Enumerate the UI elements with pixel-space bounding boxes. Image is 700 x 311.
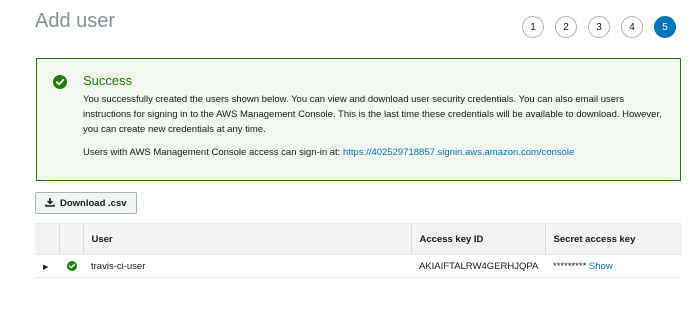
status-cell bbox=[59, 254, 83, 278]
user-name-cell: travis-ci-user bbox=[83, 254, 411, 278]
users-table: User Access key ID Secret access key ▶ t… bbox=[35, 223, 682, 278]
alert-message: You successfully created the users shown… bbox=[83, 94, 662, 135]
wizard-step-3[interactable]: 3 bbox=[588, 16, 610, 38]
secret-access-key-cell: ********* Show bbox=[545, 254, 682, 278]
success-check-icon bbox=[53, 75, 67, 89]
show-secret-link[interactable]: Show bbox=[589, 261, 613, 272]
console-signin-link[interactable]: https://402529718857.signin.aws.amazon.c… bbox=[343, 147, 574, 158]
alert-title: Success bbox=[83, 73, 133, 88]
secret-key-mask: ********* bbox=[553, 260, 587, 272]
expand-column-header bbox=[35, 223, 59, 255]
wizard-steps: 1 2 3 4 5 bbox=[511, 16, 676, 38]
success-alert: Success You successfully created the use… bbox=[36, 58, 681, 181]
wizard-step-2[interactable]: 2 bbox=[555, 16, 577, 38]
wizard-step-4[interactable]: 4 bbox=[621, 16, 643, 38]
download-csv-button[interactable]: Download .csv bbox=[35, 192, 137, 214]
wizard-step-1[interactable]: 1 bbox=[522, 16, 544, 38]
access-key-id-column-header: Access key ID bbox=[410, 223, 545, 255]
table-row: ▶ travis-ci-user AKIAIFTALRW4GERHJQPA **… bbox=[35, 254, 682, 278]
download-csv-label: Download .csv bbox=[60, 197, 127, 209]
status-column-header bbox=[58, 223, 83, 255]
wizard-step-5-current: 5 bbox=[654, 16, 676, 38]
caret-right-icon[interactable]: ▶ bbox=[43, 264, 48, 271]
secret-access-key-column-header: Secret access key bbox=[544, 223, 682, 255]
success-check-icon bbox=[67, 260, 77, 271]
download-icon bbox=[45, 197, 60, 210]
access-key-id-cell: AKIAIFTALRW4GERHJQPA bbox=[411, 254, 545, 278]
alert-signin-line: Users with AWS Management Console access… bbox=[83, 145, 574, 160]
signin-prefix: Users with AWS Management Console access… bbox=[83, 147, 341, 158]
user-column-header: User bbox=[82, 223, 411, 255]
expand-row-cell: ▶ bbox=[35, 254, 59, 278]
table-header-row: User Access key ID Secret access key bbox=[35, 223, 682, 255]
page-title: Add user bbox=[35, 10, 116, 32]
